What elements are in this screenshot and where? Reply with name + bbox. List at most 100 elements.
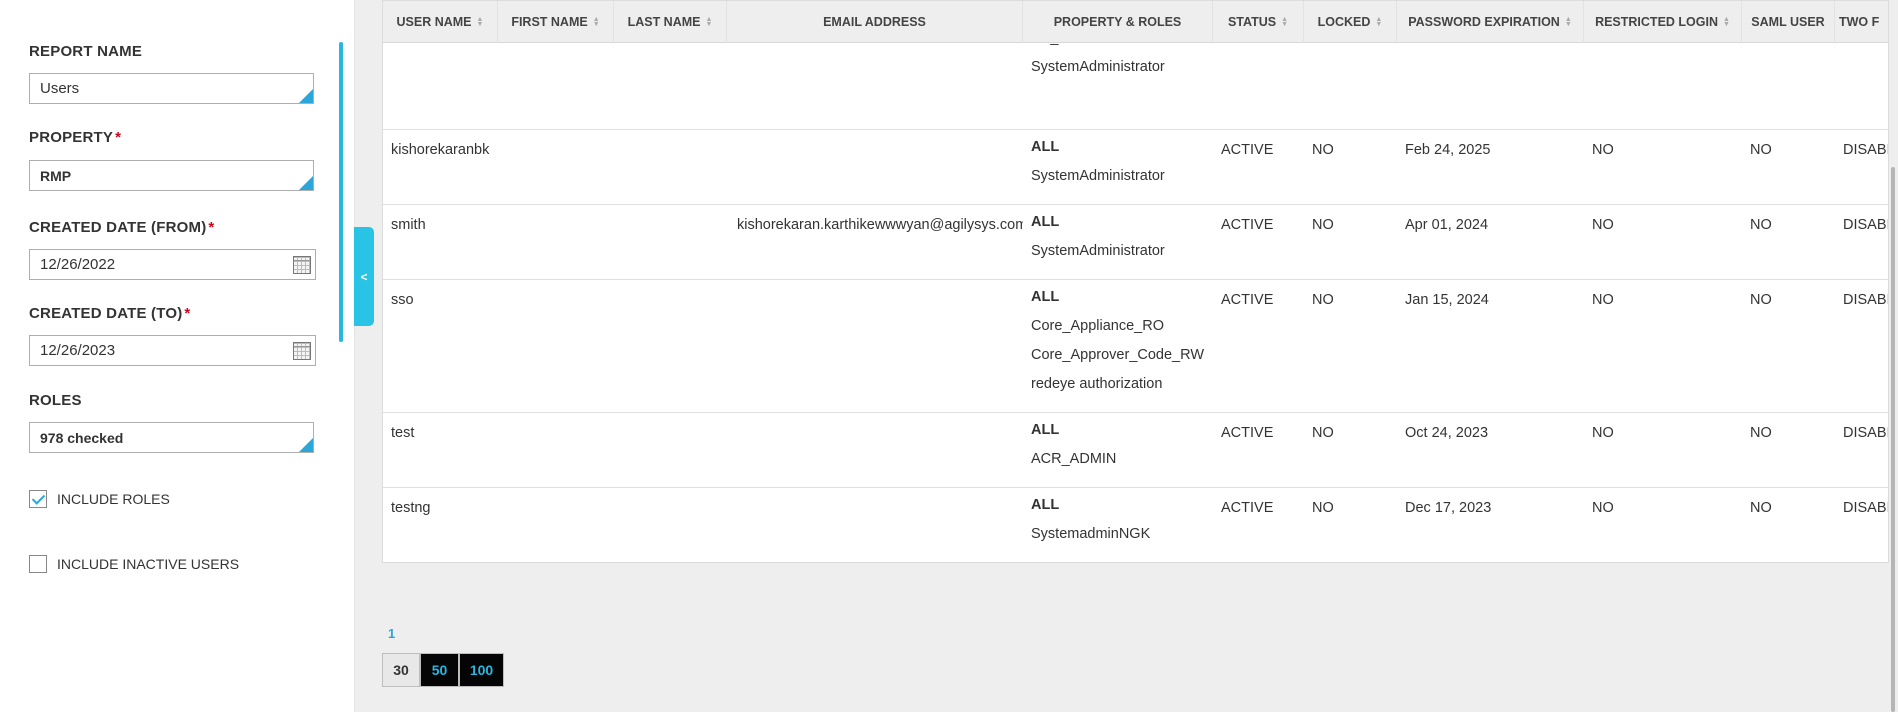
calendar-icon[interactable] [293,342,311,360]
panel-scrollbar[interactable] [339,42,343,342]
cell-email [727,413,1023,487]
property-label: PROPERTY * [29,129,122,146]
filter-panel: REPORT NAME Users PROPERTY * RMP CREATED … [0,0,355,712]
col-header-lastname[interactable]: LAST NAME ▲ ▼ [614,1,727,43]
page-size-30[interactable]: 30 [382,653,420,687]
cell-restricted: NO [1592,292,1614,308]
required-mark: * [115,129,122,146]
required-mark: * [208,219,215,236]
property-select[interactable]: RMP [29,160,314,191]
cell-username: smith [391,217,426,233]
table-row[interactable]: sso ALL Core_Appliance_RO Core_Approver_Cod… [383,280,1889,413]
cell-lastname [614,205,727,279]
col-header-locked[interactable]: LOCKED ▲ ▼ [1304,1,1397,43]
col-header-pwexp[interactable]: PASSWORD EXPIRATION ▲ ▼ [1397,1,1584,43]
created-from-value: 12/26/2022 [40,256,116,273]
cell-twofa: DISABI [1843,500,1889,516]
cell-saml: NO [1750,292,1772,308]
cell-saml: NO [1750,500,1772,516]
role-name: ACR_ADMIN [1031,451,1117,467]
property-name: ALL [1031,289,1060,305]
table-row[interactable]: testng ALL SystemadminNGK ACTIVE NO Dec 17, 2… [383,488,1889,562]
property-name: ALL [1031,422,1060,438]
col-header-status[interactable]: STATUS ▲ ▼ [1213,1,1304,43]
cell-email: kishorekaran.karthikewwwyan@agilysys.com [737,217,1023,233]
report-area: kingALLBK_RoleSystemAdministratorACTIVEN… [374,0,1898,712]
include-roles-checkbox[interactable] [29,490,47,508]
roles-select[interactable]: 978 checked [29,422,314,453]
col-header-roles: PROPERTY & ROLES [1023,1,1213,43]
cell-twofa: DISABI [1843,425,1889,441]
role-name: redeye authorization [1031,376,1163,392]
sort-icon: ▲ ▼ [1722,16,1730,28]
table-row[interactable]: kishorekaranbk ALL SystemAdministrator ACTI… [383,130,1889,205]
cell-status: ACTIVE [1221,425,1274,441]
cell-twofa: DISABI [1843,292,1889,308]
role-name: SystemAdministrator [1031,59,1165,75]
col-header-username[interactable]: USER NAME ▲ ▼ [383,1,498,43]
chevron-left-icon: < [360,269,368,284]
cell-status: ACTIVE [1221,142,1274,158]
cell-restricted: NO [1592,142,1614,158]
sort-icon: ▲ ▼ [1281,16,1289,28]
cell-email [727,130,1023,204]
cell-saml: NO [1750,142,1772,158]
col-header-twofa: TWO F [1835,1,1888,43]
cell-pwexp: Apr 01, 2024 [1405,217,1489,233]
created-to-label: CREATED DATE (TO) * [29,305,191,322]
cell-roles: ALL SystemAdministrator [1023,130,1213,204]
cell-status: ACTIVE [1221,292,1274,308]
collapse-panel-button[interactable]: < [354,227,374,326]
col-header-firstname[interactable]: FIRST NAME ▲ ▼ [498,1,614,43]
cell-twofa: DISABI [1843,217,1889,233]
cell-pwexp: Oct 24, 2023 [1405,425,1489,441]
sort-icon: ▲ ▼ [1375,16,1383,28]
include-roles-label: INCLUDE ROLES [57,491,170,507]
cell-status: ACTIVE [1221,500,1274,516]
cell-username: test [391,425,415,441]
dropdown-corner-icon [299,176,313,190]
cell-firstname [498,280,614,412]
page-size-100[interactable]: 100 [459,653,504,687]
page-size-selector: 30 50 100 [382,653,504,687]
report-name-field[interactable]: Users [29,73,314,104]
table-row[interactable]: smith kishorekaran.karthikewwwyan@agilysy… [383,205,1889,280]
include-roles-option[interactable]: INCLUDE ROLES [29,490,170,508]
cell-locked: NO [1312,500,1334,516]
cell-firstname [498,488,614,562]
cell-restricted: NO [1592,500,1614,516]
table-row[interactable]: test ALL ACR_ADMIN ACTIVE NO Oct 24, 2023 NO NO… [383,413,1889,488]
col-header-restricted[interactable]: RESTRICTED LOGIN ▲ ▼ [1584,1,1742,43]
property-name: ALL [1031,497,1060,513]
report-name-value: Users [40,80,80,97]
page-link-1[interactable]: 1 [388,626,395,641]
sort-icon: ▲ ▼ [705,16,713,28]
table-scrollbar[interactable] [1891,167,1895,712]
roles-value: 978 checked [40,429,124,446]
role-name: SystemAdministrator [1031,168,1165,184]
col-header-saml: SAML USER [1742,1,1835,43]
include-inactive-label: INCLUDE INACTIVE USERS [57,556,240,572]
cell-firstname [498,205,614,279]
sort-icon: ▲ ▼ [476,16,484,28]
property-name: ALL [1031,139,1060,155]
cell-email [727,280,1023,412]
col-header-email: EMAIL ADDRESS [727,1,1023,43]
created-from-input[interactable]: 12/26/2022 [29,249,316,280]
calendar-icon[interactable] [293,256,311,274]
cell-saml: NO [1750,217,1772,233]
role-name: SystemadminNGK [1031,526,1151,542]
include-inactive-option[interactable]: INCLUDE INACTIVE USERS [29,555,239,573]
cell-lastname [614,280,727,412]
include-inactive-checkbox[interactable] [29,555,47,573]
created-to-input[interactable]: 12/26/2023 [29,335,316,366]
page-size-50[interactable]: 50 [420,653,459,687]
sort-icon: ▲ ▼ [1564,16,1572,28]
cell-restricted: NO [1592,217,1614,233]
cell-twofa: DISABI [1843,142,1889,158]
users-table: kingALLBK_RoleSystemAdministratorACTIVEN… [382,0,1889,563]
resize-corner-icon [299,89,313,103]
cell-lastname [614,488,727,562]
property-value: RMP [40,167,72,184]
role-name: Core_Approver_Code_RW [1031,347,1205,363]
